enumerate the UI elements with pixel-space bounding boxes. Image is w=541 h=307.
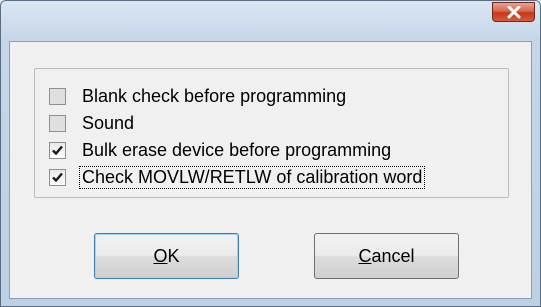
ok-label-rest: K xyxy=(167,245,180,266)
dialog-window: Blank check before programming Sound Bul… xyxy=(0,0,541,307)
option-label: Bulk erase device before programming xyxy=(82,139,392,160)
blank-check-checkbox[interactable] xyxy=(49,87,66,105)
check-movlw-checkbox[interactable] xyxy=(49,168,66,186)
option-label: Check MOVLW/RETLW of calibration word xyxy=(78,165,426,189)
close-button[interactable] xyxy=(492,2,535,22)
ok-button[interactable]: OK xyxy=(94,233,239,279)
option-blank-check[interactable]: Blank check before programming xyxy=(49,84,348,108)
option-sound[interactable]: Sound xyxy=(49,111,136,135)
bulk-erase-checkbox[interactable] xyxy=(49,141,66,159)
cancel-label-rest: ancel xyxy=(371,245,415,266)
option-label: Blank check before programming xyxy=(82,85,347,106)
option-bulk-erase[interactable]: Bulk erase device before programming xyxy=(49,138,393,162)
cancel-mnemonic: C xyxy=(358,245,372,266)
close-icon xyxy=(507,6,521,19)
options-group: Blank check before programming Sound Bul… xyxy=(34,68,509,198)
dialog-client-area: Blank check before programming Sound Bul… xyxy=(9,41,532,299)
sound-checkbox[interactable] xyxy=(49,114,66,132)
ok-mnemonic: O xyxy=(153,245,168,266)
checkmark-icon xyxy=(52,172,63,182)
option-check-movlw[interactable]: Check MOVLW/RETLW of calibration word xyxy=(49,165,426,189)
cancel-button[interactable]: Cancel xyxy=(314,233,459,279)
checkmark-icon xyxy=(52,145,63,155)
option-label: Sound xyxy=(82,112,135,133)
title-bar[interactable] xyxy=(1,1,540,41)
